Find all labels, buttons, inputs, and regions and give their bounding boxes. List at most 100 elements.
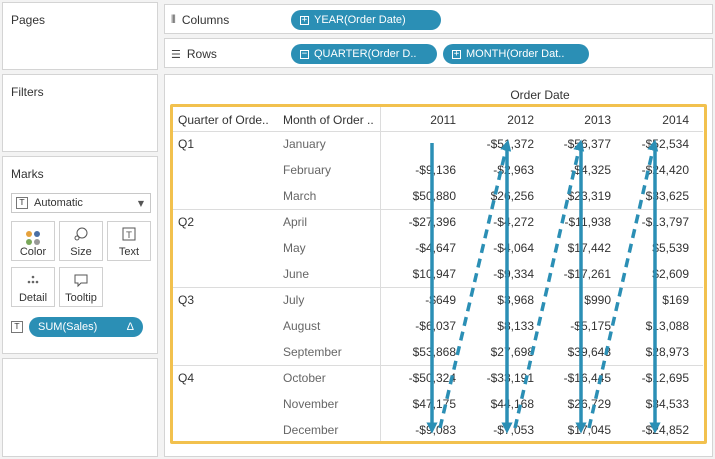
sum-sales-pill[interactable]: SUM(Sales) Δ bbox=[29, 317, 143, 337]
sales-value-cell[interactable]: -$2,963 bbox=[472, 163, 534, 177]
expand-icon[interactable]: + bbox=[452, 49, 461, 59]
sales-value-cell[interactable]: -$4,064 bbox=[472, 241, 534, 255]
month-order-date-pill[interactable]: + MONTH(Order Dat.. bbox=[443, 44, 589, 64]
sales-value-cell[interactable]: -$33,191 bbox=[472, 371, 534, 385]
month-label[interactable]: June bbox=[283, 267, 309, 281]
month-label[interactable]: March bbox=[283, 189, 316, 203]
sales-value-cell[interactable]: $26,729 bbox=[549, 397, 611, 411]
sales-value-cell[interactable]: -$24,420 bbox=[627, 163, 689, 177]
sales-value-cell[interactable]: $169 bbox=[627, 293, 689, 307]
month-label[interactable]: September bbox=[283, 345, 342, 359]
sales-value-cell[interactable]: -$5,175 bbox=[549, 319, 611, 333]
filters-card[interactable]: Filters bbox=[2, 74, 158, 152]
collapse-icon[interactable]: − bbox=[300, 49, 309, 59]
sales-value-cell[interactable]: -$4,325 bbox=[549, 163, 611, 177]
year-header-2011[interactable]: 2011 bbox=[396, 113, 456, 127]
sales-value-cell[interactable]: -$12,695 bbox=[627, 371, 689, 385]
row-header-quarter[interactable]: Quarter of Orde.. bbox=[178, 113, 278, 127]
text-encoding-icon: T bbox=[11, 321, 23, 333]
expand-icon[interactable]: + bbox=[300, 15, 309, 25]
sales-value-cell[interactable]: -$11,938 bbox=[549, 215, 611, 229]
marks-card: Marks T Automatic ▼ Color Size T Text De… bbox=[2, 156, 158, 354]
sales-value-cell[interactable]: $27,698 bbox=[472, 345, 534, 359]
header-divider bbox=[173, 131, 703, 132]
sales-value-cell[interactable]: -$9,083 bbox=[394, 423, 456, 437]
sales-value-cell[interactable]: -$16,445 bbox=[549, 371, 611, 385]
sales-value-cell[interactable]: -$6,037 bbox=[394, 319, 456, 333]
year-order-date-pill[interactable]: + YEAR(Order Date) bbox=[291, 10, 441, 30]
size-button[interactable]: Size bbox=[59, 221, 103, 261]
month-label[interactable]: October bbox=[283, 371, 326, 385]
sales-value-cell[interactable]: -$13,797 bbox=[627, 215, 689, 229]
sales-value-cell[interactable]: $53,868 bbox=[394, 345, 456, 359]
sales-value-cell[interactable]: $23,319 bbox=[549, 189, 611, 203]
sales-value-cell[interactable]: $3,968 bbox=[472, 293, 534, 307]
quarter-divider bbox=[173, 209, 703, 210]
text-button[interactable]: T Text bbox=[107, 221, 151, 261]
sales-value-cell[interactable]: $17,045 bbox=[549, 423, 611, 437]
detail-button-label: Detail bbox=[18, 292, 48, 304]
sales-value-cell[interactable]: $2,609 bbox=[627, 267, 689, 281]
month-label[interactable]: April bbox=[283, 215, 307, 229]
sales-value-cell[interactable]: -$9,334 bbox=[472, 267, 534, 281]
sales-value-cell[interactable]: -$52,534 bbox=[627, 137, 689, 151]
sales-value-cell[interactable]: $28,973 bbox=[627, 345, 689, 359]
sales-value-cell[interactable]: -$4,647 bbox=[394, 241, 456, 255]
sales-value-cell[interactable]: $44,168 bbox=[472, 397, 534, 411]
size-button-label: Size bbox=[70, 246, 92, 258]
sales-value-cell[interactable]: $10,947 bbox=[394, 267, 456, 281]
month-label[interactable]: November bbox=[283, 397, 338, 411]
sales-value-cell[interactable]: $39,643 bbox=[549, 345, 611, 359]
year-header-2012[interactable]: 2012 bbox=[474, 113, 534, 127]
sales-value-cell[interactable]: -$17,261 bbox=[549, 267, 611, 281]
month-label[interactable]: August bbox=[283, 319, 320, 333]
quarter-label[interactable]: Q4 bbox=[178, 371, 194, 385]
rows-shelf[interactable]: ☰ Rows − QUARTER(Order D.. + MONTH(Order… bbox=[164, 38, 713, 68]
color-button[interactable]: Color bbox=[11, 221, 55, 261]
month-label[interactable]: May bbox=[283, 241, 306, 255]
text-mark-icon: T bbox=[16, 197, 28, 209]
row-header-month[interactable]: Month of Order .. bbox=[283, 113, 379, 127]
month-label[interactable]: January bbox=[283, 137, 326, 151]
sales-value-cell[interactable]: $990 bbox=[549, 293, 611, 307]
sales-value-cell[interactable]: -$4,272 bbox=[472, 215, 534, 229]
month-label[interactable]: December bbox=[283, 423, 338, 437]
rows-label: Rows bbox=[186, 47, 217, 61]
sales-value-cell[interactable]: $33,625 bbox=[627, 189, 689, 203]
detail-icon bbox=[12, 272, 54, 292]
year-header-2013[interactable]: 2013 bbox=[551, 113, 611, 127]
quarter-order-date-pill[interactable]: − QUARTER(Order D.. bbox=[291, 44, 437, 64]
sales-value-cell[interactable]: -$27,396 bbox=[394, 215, 456, 229]
columns-shelf[interactable]: ⦀ Columns + YEAR(Order Date) bbox=[164, 4, 713, 34]
quarter-divider bbox=[173, 365, 703, 366]
month-label[interactable]: July bbox=[283, 293, 304, 307]
sales-value-cell[interactable]: $8,133 bbox=[472, 319, 534, 333]
sales-value-cell[interactable]: $17,442 bbox=[549, 241, 611, 255]
columns-label: Columns bbox=[181, 13, 230, 27]
sales-value-cell[interactable]: -$7,053 bbox=[472, 423, 534, 437]
sales-value-cell[interactable]: -$56,377 bbox=[549, 137, 611, 151]
sales-value-cell[interactable]: $50,880 bbox=[394, 189, 456, 203]
sales-value-cell[interactable]: -$649 bbox=[394, 293, 456, 307]
lower-left-panel bbox=[2, 358, 158, 457]
sales-value-cell[interactable]: -$51,372 bbox=[472, 137, 534, 151]
sales-value-cell[interactable]: $34,533 bbox=[627, 397, 689, 411]
quarter-label[interactable]: Q1 bbox=[178, 137, 194, 151]
month-label[interactable]: February bbox=[283, 163, 331, 177]
tooltip-button-label: Tooltip bbox=[65, 292, 97, 304]
sales-value-cell[interactable]: -$50,324 bbox=[394, 371, 456, 385]
year-header-2014[interactable]: 2014 bbox=[629, 113, 689, 127]
sales-value-cell[interactable]: -$24,852 bbox=[627, 423, 689, 437]
tooltip-button[interactable]: Tooltip bbox=[59, 267, 103, 307]
sales-value-cell[interactable]: $26,256 bbox=[472, 189, 534, 203]
detail-button[interactable]: Detail bbox=[11, 267, 55, 307]
sales-value-cell[interactable]: $47,175 bbox=[394, 397, 456, 411]
rows-shelf-label-group: ☰ Rows bbox=[171, 47, 217, 61]
filters-title: Filters bbox=[11, 85, 44, 99]
sales-value-cell[interactable]: $13,088 bbox=[627, 319, 689, 333]
quarter-label[interactable]: Q2 bbox=[178, 215, 194, 229]
sales-value-cell[interactable]: -$9,136 bbox=[394, 163, 456, 177]
sales-value-cell[interactable]: $5,539 bbox=[627, 241, 689, 255]
mark-type-dropdown[interactable]: T Automatic ▼ bbox=[11, 193, 151, 213]
quarter-label[interactable]: Q3 bbox=[178, 293, 194, 307]
